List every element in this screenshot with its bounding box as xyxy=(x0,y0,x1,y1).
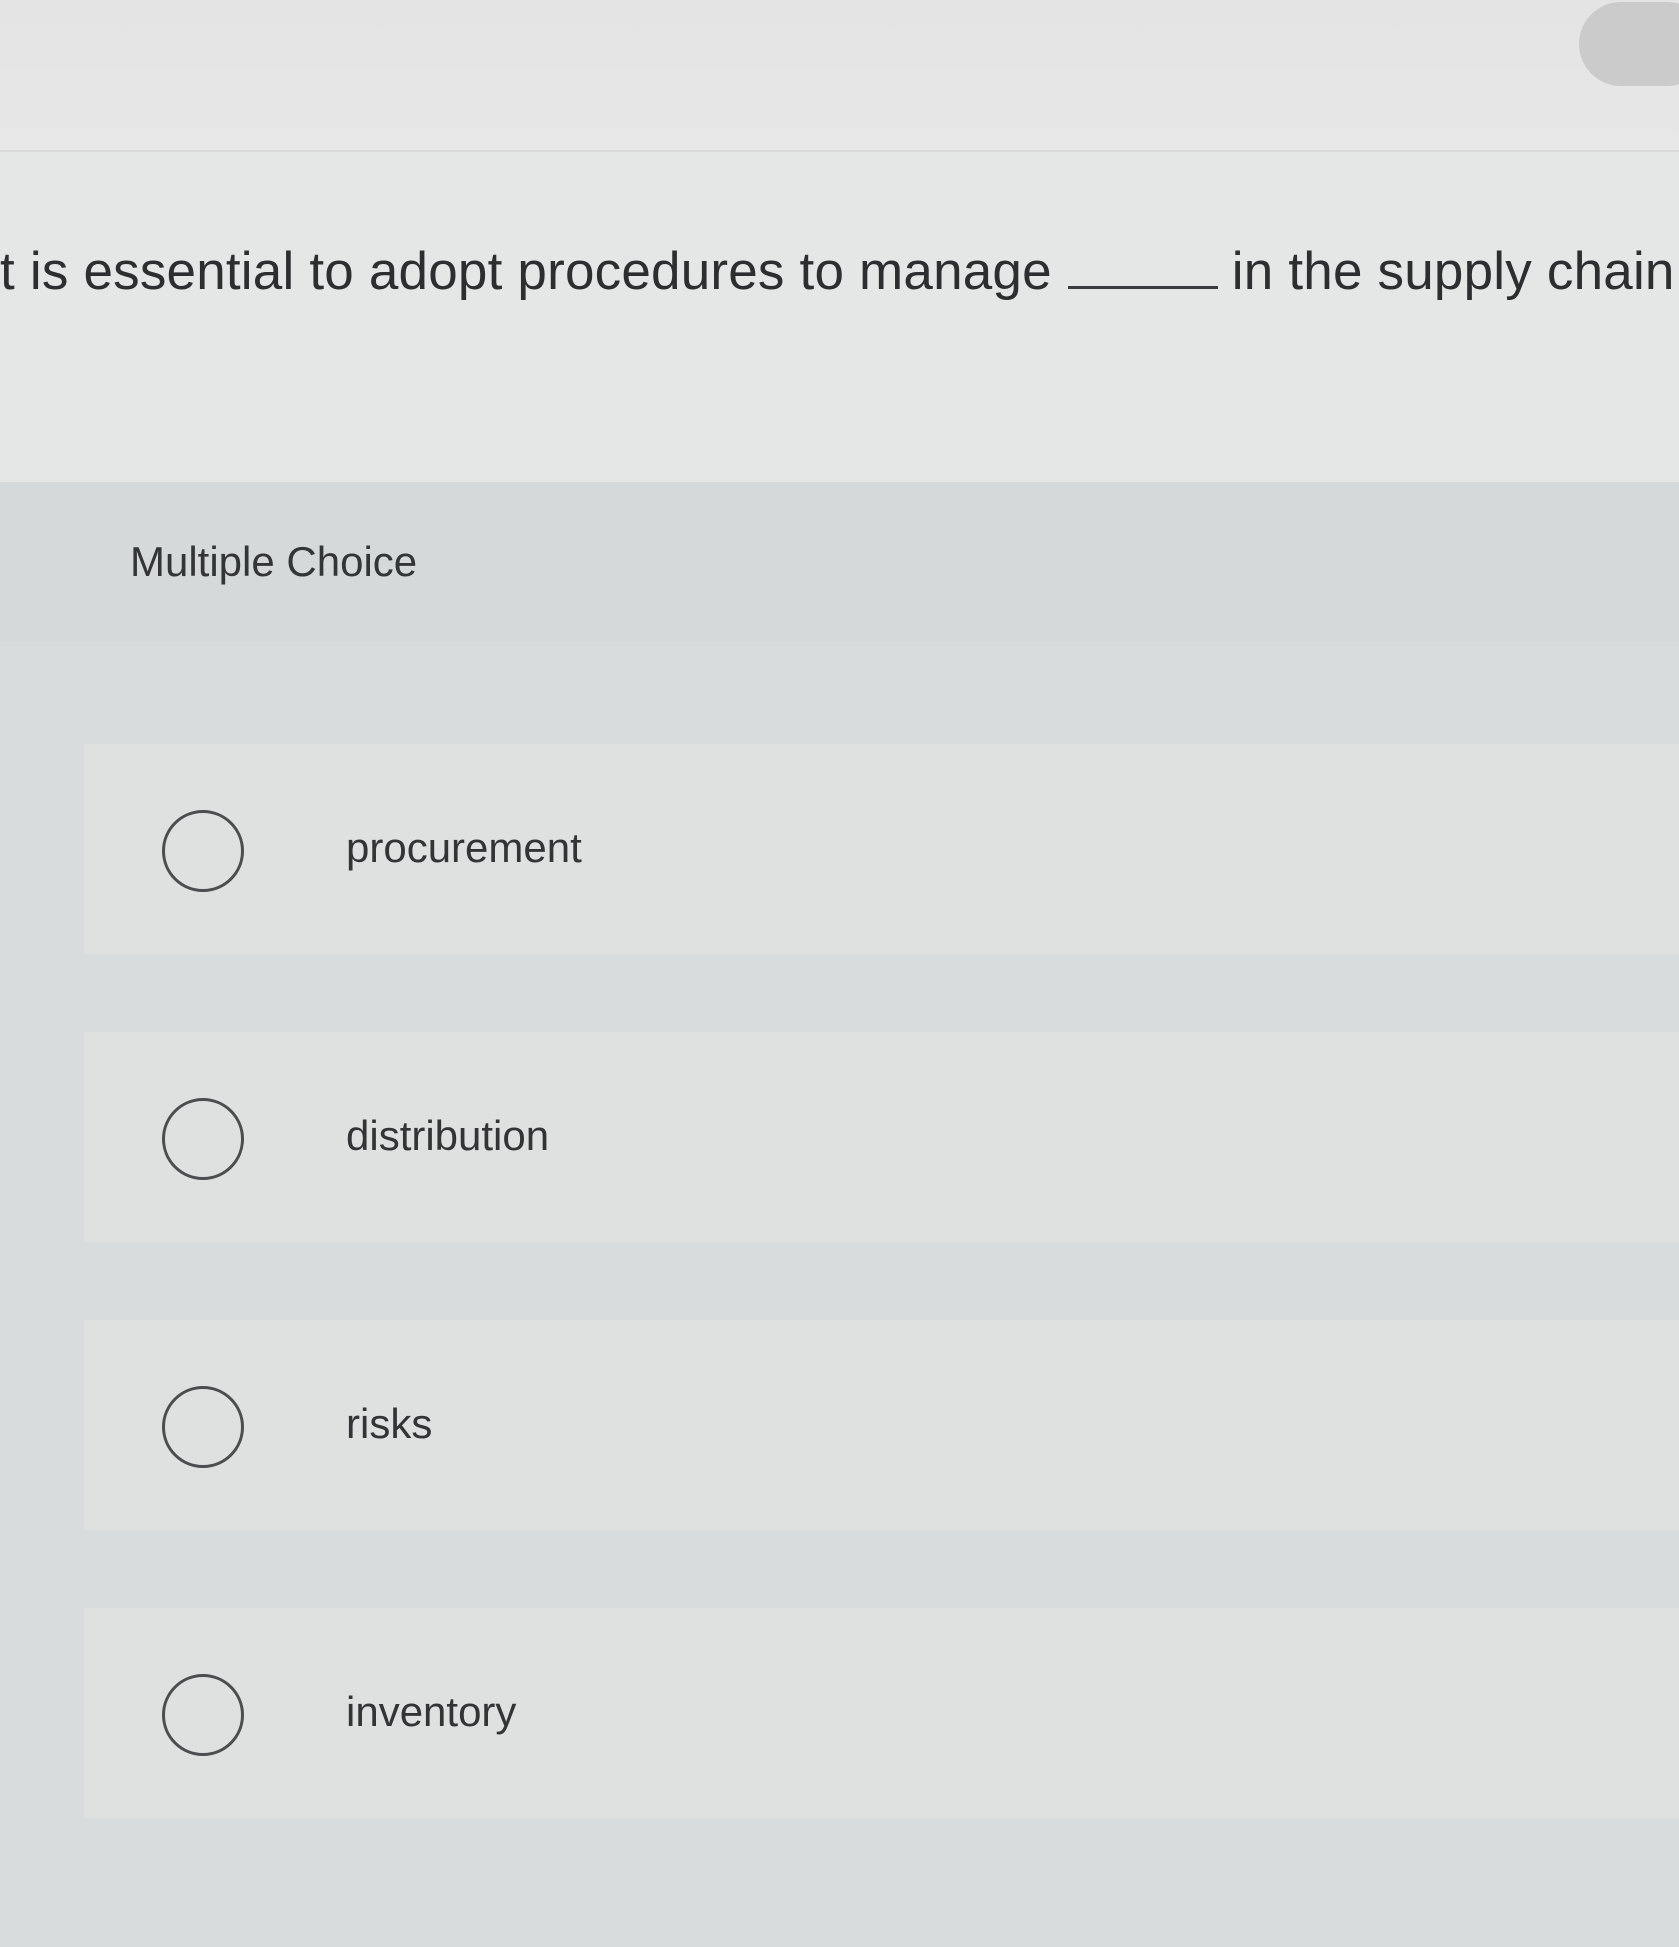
radio-button[interactable] xyxy=(162,810,244,892)
question-text-after: in the supply chain. xyxy=(1231,242,1679,301)
choice-label: inventory xyxy=(346,1688,517,1735)
corner-button[interactable] xyxy=(1579,2,1679,86)
multiple-choice-label: Multiple Choice xyxy=(130,538,418,585)
question-prompt: t is essential to adopt procedures to ma… xyxy=(0,240,1679,304)
question-text-before: t is essential to adopt procedures to ma… xyxy=(0,242,1052,301)
choice-option-procurement[interactable]: procurement xyxy=(84,744,1679,954)
choice-label: risks xyxy=(346,1400,433,1447)
radio-button[interactable] xyxy=(162,1098,244,1180)
multiple-choice-header: Multiple Choice xyxy=(0,482,1679,642)
radio-button[interactable] xyxy=(162,1674,244,1756)
choice-option-inventory[interactable]: inventory xyxy=(84,1608,1679,1818)
choice-label: procurement xyxy=(346,824,582,871)
question-area xyxy=(0,152,1679,482)
top-bar xyxy=(0,0,1679,152)
choices-panel: Multiple Choice procurement distribution… xyxy=(0,482,1679,1947)
choice-label: distribution xyxy=(346,1112,550,1159)
choice-option-risks[interactable]: risks xyxy=(84,1320,1679,1530)
answer-blank xyxy=(1067,242,1218,289)
choice-option-distribution[interactable]: distribution xyxy=(84,1032,1679,1242)
radio-button[interactable] xyxy=(162,1386,244,1468)
